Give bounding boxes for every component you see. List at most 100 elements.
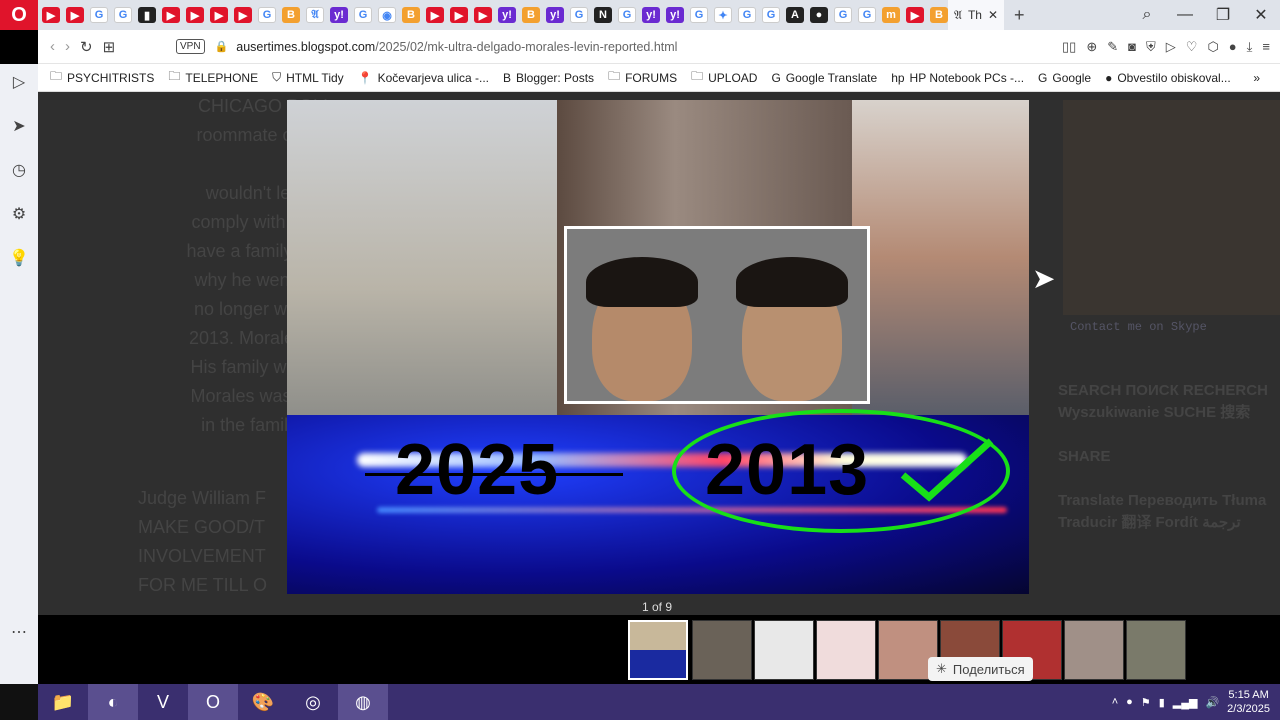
forward-icon[interactable]: › [65,38,70,56]
tabs-grid-icon[interactable]: ⊞ [103,38,116,56]
tray-app-icon[interactable]: ● [1126,696,1133,708]
url-field[interactable]: ausertimes.blogspot.com/2025/02/mk-ultra… [236,40,1062,54]
opera-logo-icon[interactable]: O [0,0,38,30]
lock-icon[interactable]: 🔒 [215,40,229,53]
history-icon[interactable]: ◷ [12,160,26,180]
bookmark-item[interactable]: G Google Translate [771,71,877,85]
maps-tab-icon[interactable]: ◉ [378,7,396,23]
more-icon[interactable]: ⋯ [11,622,27,642]
google-tab-icon[interactable]: G [858,7,876,23]
heart-icon[interactable]: ♡ [1186,39,1198,55]
bookmark-item[interactable]: 🗀 PSYCHITRISTS [50,67,154,88]
opera-taskbar-icon[interactable]: O [188,684,238,720]
camera-icon[interactable]: ◙ [1128,39,1136,55]
back-icon[interactable]: ‹ [50,38,55,56]
google-tab-icon[interactable]: G [258,7,276,23]
flag-icon[interactable]: ⚑ [1141,696,1151,709]
tab-icon[interactable]: m [882,7,900,23]
youtube-tab-icon[interactable]: ▶ [906,7,924,23]
tab-icon[interactable]: ▮ [138,7,156,23]
lightbox-image[interactable]: 2025 2013 [287,100,1029,594]
close-window-icon[interactable]: ✕ [1242,5,1280,25]
tab-icon[interactable]: 𝔄 [306,7,324,23]
google-tab-icon[interactable]: G [354,7,372,23]
bookmark-item[interactable]: ● Obvestilo obiskoval... [1105,71,1231,85]
volume-icon[interactable]: 🔊 [1205,696,1219,709]
youtube-tab-icon[interactable]: ▶ [474,7,492,23]
battery-icon[interactable]: ▮ [1159,696,1165,709]
vivaldi-icon[interactable]: V [138,684,188,720]
minimize-icon[interactable]: — [1166,6,1204,24]
yahoo-tab-icon[interactable]: y! [546,7,564,23]
thumbnail-4[interactable] [816,620,876,680]
speaker-app-icon[interactable]: ◍ [338,684,388,720]
obs-icon[interactable]: ◎ [288,684,338,720]
send-icon[interactable]: ➤ [12,116,25,136]
player-icon[interactable]: ▷ [13,72,25,92]
yahoo-tab-icon[interactable]: y! [330,7,348,23]
yahoo-tab-icon[interactable]: y! [498,7,516,23]
paint-icon[interactable]: 🎨 [238,684,288,720]
vpn-badge[interactable]: VPN [176,39,205,54]
bookmark-item[interactable]: 🗀 UPLOAD [691,67,757,88]
translate-tab-icon[interactable]: G [114,7,132,23]
thumbnail-1[interactable] [628,620,688,680]
google-tab-icon[interactable]: G [762,7,780,23]
thumbnail-8[interactable] [1064,620,1124,680]
youtube-tab-icon[interactable]: ▶ [450,7,468,23]
bookmark-item[interactable]: hp HP Notebook PCs -... [891,71,1024,85]
new-tab-icon[interactable]: + [1014,5,1025,26]
yahoo-tab-icon[interactable]: y! [642,7,660,23]
google-tab-icon[interactable]: G [834,7,852,23]
lightbulb-icon[interactable]: 💡 [9,248,29,268]
blogger-tab-icon[interactable]: B [402,7,420,23]
google-tab-icon[interactable]: G [738,7,756,23]
thumbnail-9[interactable] [1126,620,1186,680]
active-tab[interactable]: 𝔄 Th ✕ [948,0,1005,30]
bookmark-item[interactable]: G Google [1038,71,1091,85]
tab-icon[interactable]: ✦ [714,7,732,23]
share-button[interactable]: ✳ Поделиться [928,657,1033,681]
zoom-icon[interactable]: ⊕ [1086,39,1097,55]
google-tab-icon[interactable]: G [570,7,588,23]
thumbnail-3[interactable] [754,620,814,680]
google-tab-icon[interactable]: G [90,7,108,23]
bookmarks-overflow-icon[interactable]: » [1253,71,1280,85]
bookmark-item[interactable]: ⛉ HTML Tidy [272,70,344,85]
bookmark-item[interactable]: B Blogger: Posts [503,71,594,85]
blogger-tab-icon[interactable]: B [930,7,948,23]
shield-icon[interactable]: ⛨ [1146,39,1156,55]
google-tab-icon[interactable]: G [618,7,636,23]
youtube-tab-icon[interactable]: ▶ [426,7,444,23]
bookmark-item[interactable]: 🗀 FORUMS [608,67,677,88]
edit-icon[interactable]: ✎ [1107,39,1118,55]
aol-tab-icon[interactable]: A [786,7,804,23]
bookmark-item[interactable]: 📍 Kočevarjeva ulica -... [358,71,489,85]
edge-icon[interactable]: ◐ [88,684,138,720]
bookmark-item[interactable]: 🗀 TELEPHONE [168,67,258,88]
extensions-cube-icon[interactable]: ⬡ [1207,39,1218,55]
youtube-tab-icon[interactable]: ▶ [210,7,228,23]
google-tab-icon[interactable]: G [690,7,708,23]
youtube-tab-icon[interactable]: ▶ [42,7,60,23]
tray-chevron-icon[interactable]: ˄ [1112,696,1118,708]
reader-icon[interactable]: ▯▯ [1062,39,1076,55]
settings-gear-icon[interactable]: ⚙ [12,204,26,224]
reload-icon[interactable]: ↻ [80,38,93,56]
abc-tab-icon[interactable]: ● [810,7,828,23]
clock[interactable]: 5:15 AM 2/3/2025 [1227,688,1270,716]
close-tab-icon[interactable]: ✕ [988,8,998,22]
restore-icon[interactable]: ❐ [1204,5,1242,25]
thumbnail-2[interactable] [692,620,752,680]
youtube-tab-icon[interactable]: ▶ [186,7,204,23]
file-explorer-icon[interactable]: 📁 [38,684,88,720]
network-icon[interactable]: ▂▄▆ [1173,696,1198,709]
blogger-tab-icon[interactable]: B [522,7,540,23]
menu-icon[interactable]: ≡ [1262,39,1270,55]
profile-avatar-icon[interactable]: ● [1229,39,1237,55]
news-tab-icon[interactable]: N [594,7,612,23]
send-icon[interactable]: ▷ [1166,39,1176,55]
download-icon[interactable]: ⤓ [1247,39,1253,55]
yahoo-tab-icon[interactable]: y! [666,7,684,23]
youtube-tab-icon[interactable]: ▶ [234,7,252,23]
